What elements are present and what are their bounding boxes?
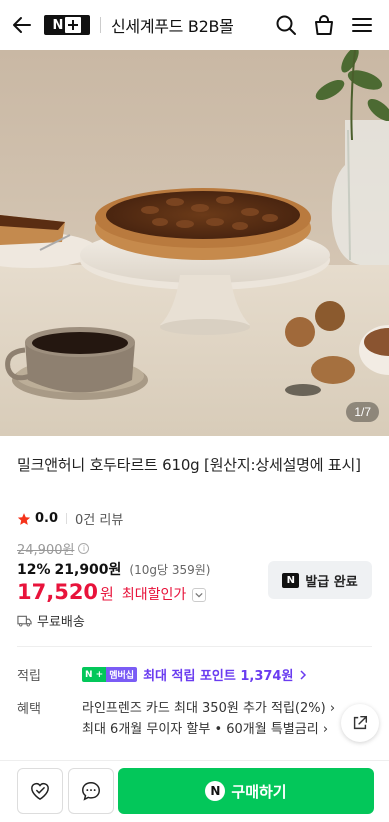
chat-bubble-icon <box>82 782 100 801</box>
share-button[interactable] <box>341 704 379 742</box>
discount-percent: 12% <box>17 562 51 578</box>
coupon-button[interactable]: N 발급 완료 <box>268 561 372 599</box>
image-counter: 1/7 <box>346 402 379 422</box>
section-divider <box>17 646 372 647</box>
wishlist-button[interactable] <box>17 768 63 814</box>
benefit-line-installment[interactable]: 최대 6개월 무이자 할부 • 60개월 특별금리 › <box>82 719 342 740</box>
menu-button[interactable] <box>345 8 379 42</box>
final-price-currency: 원 <box>100 585 114 603</box>
shipping-info: 무료배송 <box>17 611 85 630</box>
chevron-right-icon <box>300 669 307 680</box>
max-discount-price-row[interactable]: 17,520 원 최대할인가 <box>17 580 207 604</box>
talk-button[interactable] <box>68 768 114 814</box>
original-price-row: 24,900원 i <box>17 539 90 558</box>
coupon-label: 발급 완료 <box>305 574 358 590</box>
back-button[interactable] <box>0 0 44 50</box>
star-icon <box>17 512 31 525</box>
rating-summary[interactable]: 0.0 0건 리뷰 <box>17 509 123 528</box>
benefit-label: 혜택 <box>17 702 41 717</box>
product-image[interactable]: 1/7 <box>0 50 389 436</box>
points-label: 적립 <box>17 669 41 684</box>
store-name[interactable]: 신세계푸드 B2B몰 <box>111 13 234 37</box>
product-title: 밀크앤허니 호두타르트 610g [원산지:상세설명에 표시] <box>17 456 361 474</box>
search-button[interactable] <box>269 8 303 42</box>
benefit-details[interactable]: 라인프렌즈 카드 최대 350원 추가 적립(2%) › 최대 6개월 무이자 … <box>82 698 342 740</box>
rating-divider <box>66 513 68 524</box>
chevron-down-icon[interactable] <box>192 588 207 602</box>
buy-label: 구매하기 <box>231 782 287 801</box>
header-divider <box>100 17 101 33</box>
info-icon[interactable]: i <box>78 543 90 554</box>
original-price: 24,900원 <box>17 543 75 558</box>
cart-button[interactable] <box>307 8 341 42</box>
final-price: 17,520 <box>17 580 99 604</box>
naver-pay-icon: N <box>205 781 226 801</box>
max-points-text: 최대 적립 포인트 1,374원 <box>143 669 294 684</box>
share-icon <box>353 715 368 730</box>
bottom-action-bar: N 구매하기 <box>0 760 389 822</box>
top-header: N 신세계푸드 B2B몰 <box>0 0 389 50</box>
naver-n-icon: N <box>282 572 300 588</box>
points-row[interactable]: N + 멤버십 최대 적립 포인트 1,374원 <box>82 665 307 684</box>
buy-button[interactable]: N 구매하기 <box>118 768 374 814</box>
unit-price: (10g당 359원) <box>129 563 211 577</box>
shipping-label: 무료배송 <box>37 615 85 630</box>
heart-icon <box>31 783 49 801</box>
discount-row: 12% 21,900원 (10g당 359원) <box>17 559 210 579</box>
naver-plus-logo[interactable]: N <box>44 15 90 35</box>
pecan-tart-photo <box>0 50 389 436</box>
benefit-line-card[interactable]: 라인프렌즈 카드 최대 350원 추가 적립(2%) › <box>82 698 342 719</box>
rating-score: 0.0 <box>35 511 59 526</box>
arrow-left-icon <box>13 17 31 33</box>
discounted-price: 21,900원 <box>54 562 122 578</box>
review-count[interactable]: 0건 리뷰 <box>75 509 123 528</box>
truck-icon <box>17 615 32 626</box>
naver-plus-membership-badge: N + 멤버십 <box>82 667 138 682</box>
search-icon <box>276 15 296 35</box>
max-discount-label: 최대할인가 <box>121 587 187 603</box>
shopping-bag-icon <box>315 15 333 35</box>
hamburger-menu-icon <box>352 18 372 32</box>
